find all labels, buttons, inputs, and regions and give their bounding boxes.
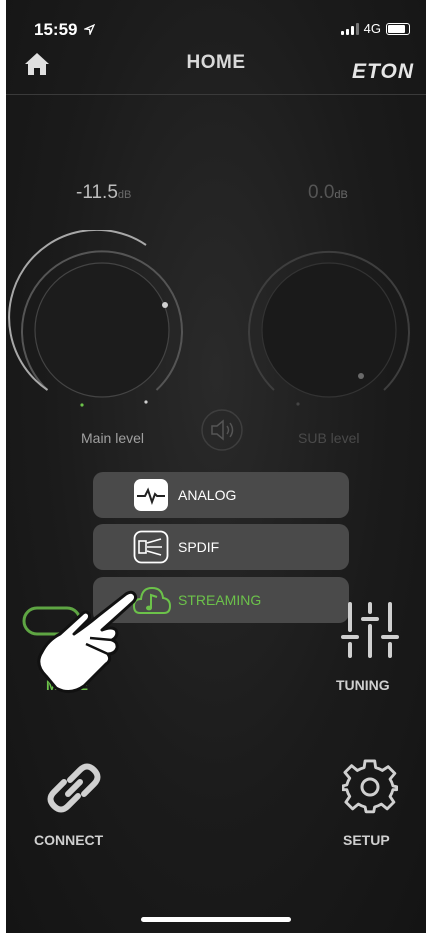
status-right: 4G <box>340 21 410 36</box>
tuning-label[interactable]: TUNING <box>336 677 390 693</box>
app-screen: 15:59 4G HOME ETON -11.5dB 0.0dB Main le… <box>6 0 426 933</box>
sub-level-value: 0.0 <box>308 182 335 203</box>
main-level-knob[interactable] <box>8 230 183 407</box>
speaker-mute-icon[interactable] <box>200 408 244 452</box>
sub-level-unit: dB <box>334 189 348 201</box>
setup-label[interactable]: SETUP <box>343 832 390 848</box>
source-analog-label: ANALOG <box>178 487 237 503</box>
sub-level-label: SUB level <box>298 430 360 446</box>
level-knobs <box>8 230 410 407</box>
sub-level-knob[interactable] <box>248 250 410 406</box>
connect-label[interactable]: CONNECT <box>34 832 103 848</box>
tap-hand-icon <box>37 590 138 693</box>
signal-icon <box>340 22 359 35</box>
tuning-sliders-icon[interactable] <box>340 600 400 660</box>
main-level-readout: -11.5dB <box>76 182 131 204</box>
status-time: 15:59 <box>34 20 96 40</box>
brand-logo: ETON <box>352 60 414 83</box>
main-level-unit: dB <box>117 189 132 201</box>
settings-gear-icon[interactable] <box>342 759 398 815</box>
app-header: HOME ETON <box>6 44 426 95</box>
source-spdif-label: SPDIF <box>178 539 220 555</box>
sub-level-readout: 0.0dB <box>308 182 348 204</box>
source-streaming-label: STREAMING <box>178 592 262 608</box>
network-type: 4G <box>363 21 381 36</box>
analog-waveform-icon <box>134 479 168 511</box>
link-chain-icon[interactable] <box>46 760 102 816</box>
main-level-value: -11.5 <box>76 182 118 203</box>
status-bar: 15:59 4G <box>6 0 426 44</box>
source-spdif-item[interactable]: SPDIF <box>93 524 349 570</box>
location-arrow-icon <box>82 23 96 37</box>
battery-icon <box>386 22 410 35</box>
main-level-label: Main level <box>81 430 145 446</box>
source-analog-item[interactable]: ANALOG <box>93 472 349 518</box>
spdif-optical-icon <box>133 530 169 564</box>
home-indicator[interactable] <box>141 917 291 922</box>
